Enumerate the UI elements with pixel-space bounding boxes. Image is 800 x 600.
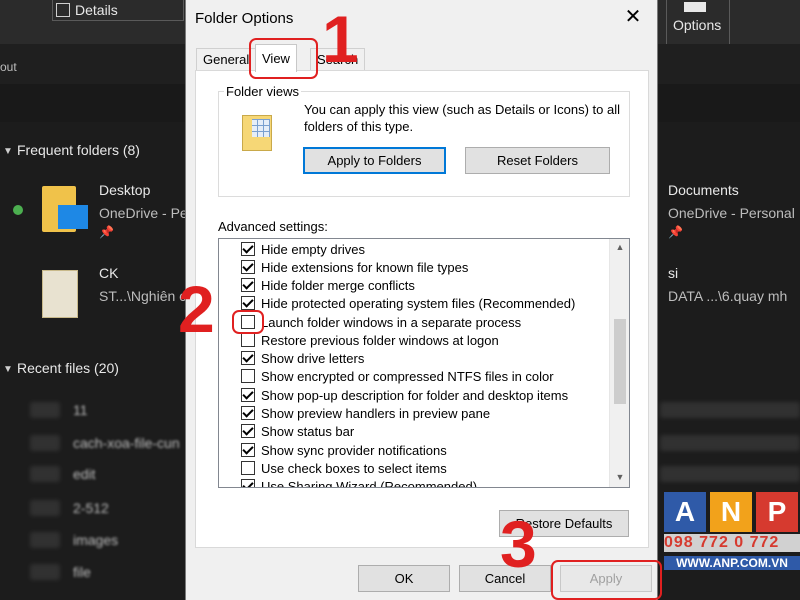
details-label: Details — [75, 2, 118, 18]
sync-status-icon — [13, 205, 23, 215]
tab-view[interactable]: View — [255, 44, 297, 72]
setting-label: Show pop-up description for folder and d… — [261, 388, 569, 403]
chevron-down-icon[interactable]: ▼ — [3, 146, 13, 157]
folder-name-documents[interactable]: Documents — [668, 182, 739, 198]
logo-letter-p: P — [756, 492, 798, 532]
chevron-down-icon[interactable]: ▼ — [3, 364, 13, 375]
reset-folders-button[interactable]: Reset Folders — [465, 147, 610, 174]
file-thumb — [30, 466, 60, 482]
logo-letter-a: A — [664, 492, 706, 532]
logo-letter-n: N — [710, 492, 752, 532]
recent-file-location — [660, 466, 800, 482]
details-icon — [56, 3, 70, 17]
options-label: Options — [673, 17, 722, 33]
setting-label: Show status bar — [261, 424, 355, 439]
advanced-settings-list[interactable]: Hide empty drives Hide extensions for kn… — [218, 238, 630, 488]
file-thumb — [30, 564, 60, 580]
checkbox[interactable] — [241, 406, 255, 420]
layout-group-label: out — [0, 60, 17, 74]
step-1-number: 1 — [322, 2, 359, 76]
scroll-up-icon[interactable]: ▲ — [610, 239, 629, 256]
checkbox[interactable] — [241, 351, 255, 365]
scroll-thumb[interactable] — [614, 319, 626, 404]
folder-views-legend: Folder views — [224, 84, 301, 99]
logo-phone: 098 772 0 772 — [664, 534, 800, 552]
recent-file-location — [660, 402, 800, 418]
setting-label: Launch folder windows in a separate proc… — [261, 315, 522, 330]
checkbox[interactable] — [241, 333, 255, 347]
details-view-option[interactable] — [52, 0, 184, 21]
setting-label: Show sync provider notifications — [261, 443, 447, 458]
recent-file-name[interactable]: 2-512 — [73, 500, 109, 516]
checkbox[interactable] — [241, 278, 255, 292]
file-thumb — [30, 402, 60, 418]
recent-file-location — [660, 435, 800, 451]
close-icon[interactable]: ✕ — [620, 4, 646, 30]
setting-label: Restore previous folder windows at logon — [261, 333, 499, 348]
checkbox[interactable] — [241, 461, 255, 475]
advanced-settings-label: Advanced settings: — [218, 219, 328, 234]
folder-location-ck: ST...\Nghiên c — [99, 288, 187, 304]
checkbox[interactable] — [241, 242, 255, 256]
step-3-number: 3 — [500, 507, 537, 581]
folder-icon[interactable] — [42, 270, 78, 318]
frequent-folders-header[interactable]: Frequent folders (8) — [17, 142, 140, 158]
apply-button-highlight — [551, 560, 662, 600]
checkbox[interactable] — [241, 479, 255, 487]
folder-name-ck[interactable]: CK — [99, 265, 118, 281]
setting-label: Show preview handlers in preview pane — [261, 406, 491, 421]
dialog-title: Folder Options — [195, 10, 294, 27]
checkbox[interactable] — [241, 260, 255, 274]
desktop-overlay-icon — [58, 205, 88, 229]
setting-label: Show encrypted or compressed NTFS files … — [261, 369, 554, 384]
recent-file-name[interactable]: file — [73, 564, 91, 580]
folder-options-dialog: Folder Options ✕ General View Search Fol… — [185, 0, 658, 600]
logo-website: WWW.ANP.COM.VN — [664, 556, 800, 570]
recent-file-name[interactable]: 11 — [73, 402, 88, 418]
file-thumb — [30, 500, 60, 516]
file-thumb — [30, 435, 60, 451]
setting-label: Hide extensions for known file types — [261, 260, 469, 275]
checkbox[interactable] — [241, 296, 255, 310]
recent-file-name[interactable]: images — [73, 532, 118, 548]
setting-label: Hide folder merge conflicts — [261, 278, 415, 293]
anp-logo: A N P 098 772 0 772 WWW.ANP.COM.VN — [664, 492, 800, 600]
checkbox-highlight — [232, 310, 264, 334]
list-scrollbar[interactable]: ▲ ▼ — [609, 239, 629, 487]
options-icon — [684, 2, 706, 12]
checkbox[interactable] — [241, 443, 255, 457]
folder-name-desktop[interactable]: Desktop — [99, 182, 150, 198]
checkbox[interactable] — [241, 369, 255, 383]
recent-file-name[interactable]: cach-xoa-file-cun — [73, 435, 180, 451]
checkbox[interactable] — [241, 388, 255, 402]
folder-name-si[interactable]: si — [668, 265, 678, 281]
recent-file-name[interactable]: edit — [73, 466, 96, 482]
recent-files-header[interactable]: Recent files (20) — [17, 360, 119, 376]
ok-button[interactable]: OK — [358, 565, 450, 592]
folder-location-si: DATA ...\6.quay mh — [668, 288, 788, 304]
setting-label: Use Sharing Wizard (Recommended) — [261, 479, 478, 488]
step-2-number: 2 — [178, 272, 215, 346]
folder-views-icon — [242, 115, 272, 151]
setting-label: Show drive letters — [261, 351, 365, 366]
pin-icon: 📌 — [99, 225, 114, 239]
folder-location-desktop: OneDrive - Pe — [99, 205, 188, 221]
setting-label: Use check boxes to select items — [261, 461, 447, 476]
file-thumb — [30, 532, 60, 548]
scroll-down-icon[interactable]: ▼ — [610, 469, 629, 486]
checkbox[interactable] — [241, 424, 255, 438]
setting-label: Hide protected operating system files (R… — [261, 296, 576, 311]
folder-location-documents: OneDrive - Personal — [668, 205, 795, 221]
pin-icon: 📌 — [668, 225, 683, 239]
apply-to-folders-button[interactable]: Apply to Folders — [303, 147, 446, 174]
folder-views-description: You can apply this view (such as Details… — [304, 102, 621, 134]
setting-label: Hide empty drives — [261, 242, 366, 257]
tab-general[interactable]: General — [196, 48, 257, 71]
